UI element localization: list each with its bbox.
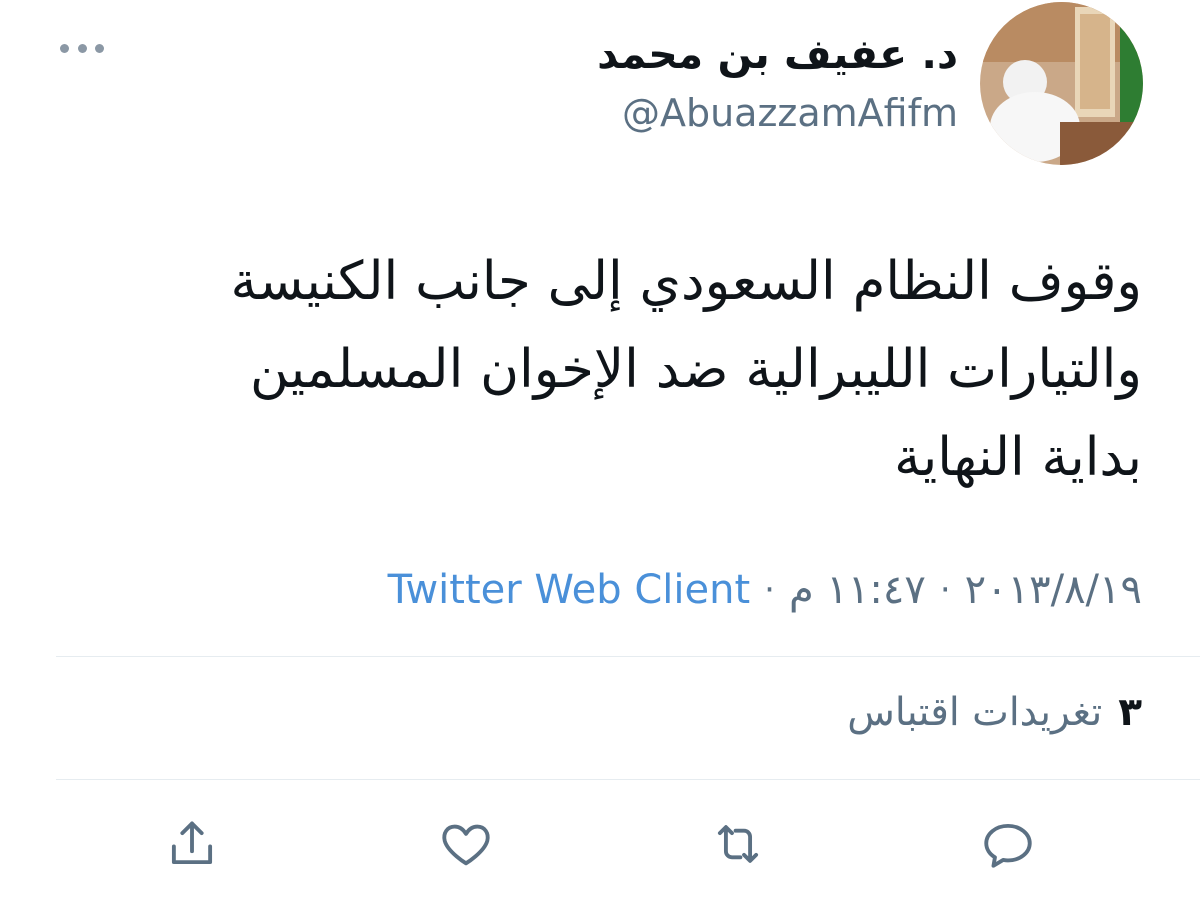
- share-icon: [171, 821, 213, 865]
- quote-tweets-stat[interactable]: ٣ تغريدات اقتباس: [847, 690, 1142, 735]
- tweet-date: ٢٠١٣/٨/١٩: [964, 567, 1142, 613]
- share-button[interactable]: [158, 810, 226, 878]
- author-block: د. عفيف بن محمد @AbuazzamAfifm: [597, 30, 958, 136]
- tweet-text-line: بداية النهاية: [894, 427, 1142, 488]
- tweet-meta: ٢٠١٣/٨/١٩ · ١١:٤٧ م · Twitter Web Client: [388, 562, 1142, 618]
- quote-count: ٣: [1118, 690, 1142, 735]
- tweet-text-line: والتيارات الليبرالية ضد الإخوان المسلمين: [249, 339, 1142, 400]
- meta-separator: ·: [764, 570, 775, 610]
- meta-separator: ·: [939, 570, 951, 610]
- reply-button[interactable]: [974, 810, 1042, 878]
- divider: [56, 656, 1200, 657]
- divider: [56, 779, 1200, 780]
- retweet-button[interactable]: [704, 810, 772, 878]
- quote-label: تغريدات اقتباس: [847, 690, 1103, 735]
- action-bar: [0, 810, 1200, 880]
- tweet-time: ١١:٤٧ م: [788, 567, 926, 613]
- author-display-name[interactable]: د. عفيف بن محمد: [597, 30, 958, 78]
- tweet-client-link[interactable]: Twitter Web Client: [388, 567, 751, 613]
- reply-icon: [984, 823, 1032, 868]
- more-options-icon[interactable]: [60, 38, 104, 58]
- tweet-text: وقوف النظام السعودي إلى جانب الكنيسة وال…: [70, 238, 1142, 502]
- heart-icon: [442, 824, 490, 866]
- retweet-icon: [717, 825, 759, 863]
- author-handle[interactable]: @AbuazzamAfifm: [597, 90, 958, 136]
- avatar[interactable]: [980, 2, 1143, 165]
- tweet-text-line: وقوف النظام السعودي إلى جانب الكنيسة: [230, 251, 1142, 312]
- like-button[interactable]: [432, 810, 500, 878]
